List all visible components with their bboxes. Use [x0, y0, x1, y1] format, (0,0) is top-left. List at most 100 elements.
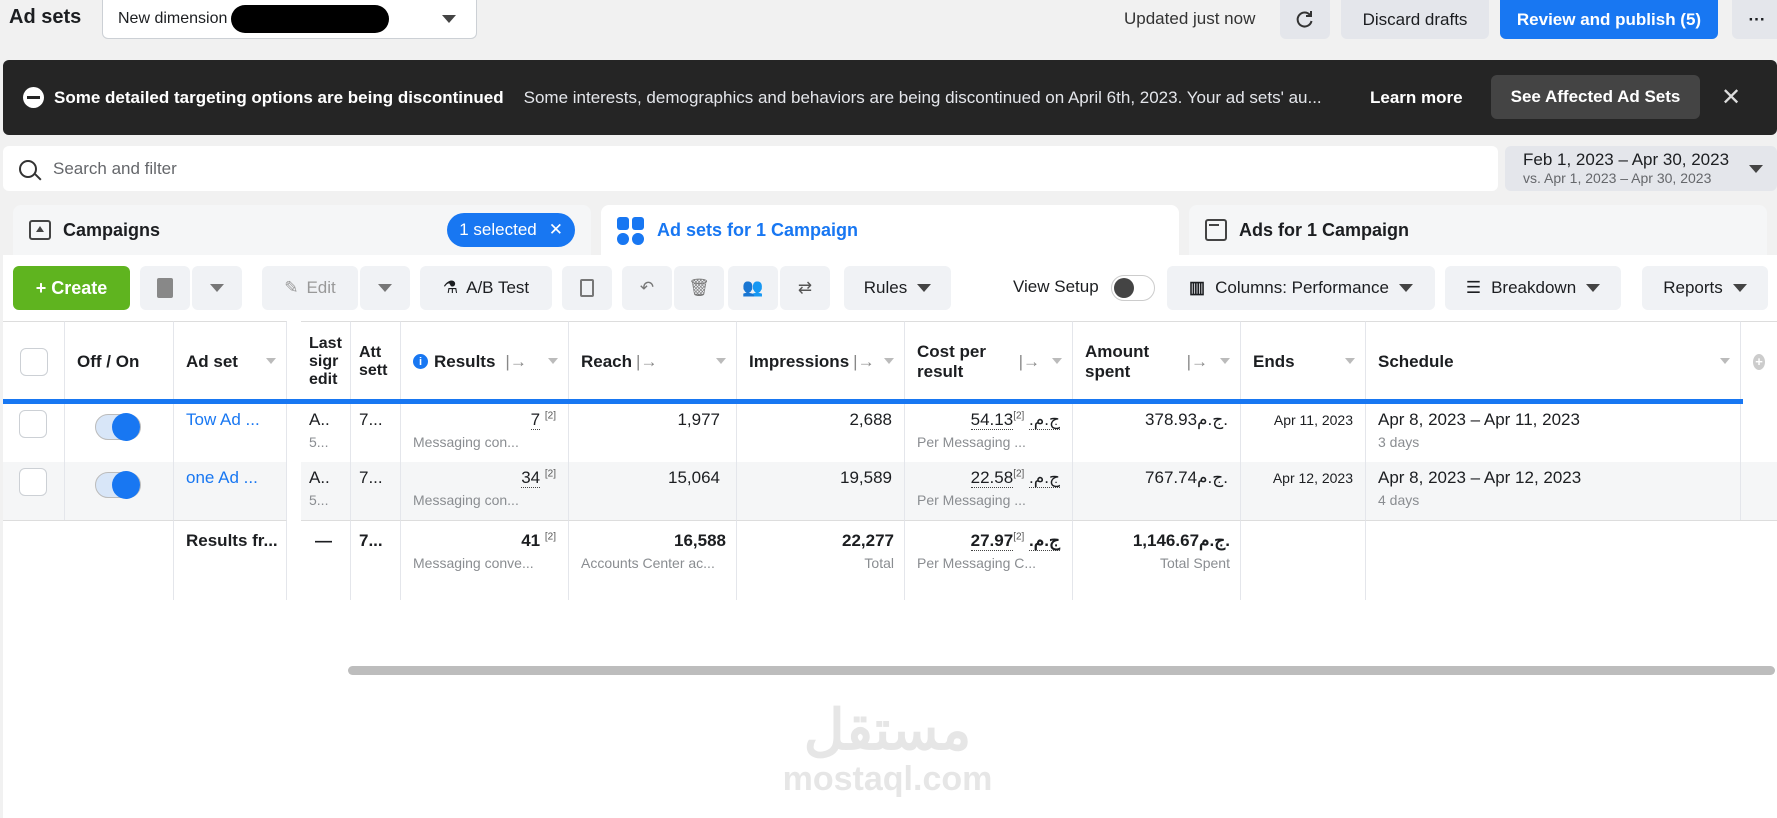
minus-circle-icon	[23, 87, 44, 108]
create-button[interactable]: + Create	[13, 266, 130, 310]
ad-set-toggle[interactable]	[95, 413, 141, 441]
tab-campaigns[interactable]: Campaigns 1 selected ✕	[13, 205, 591, 255]
results-value[interactable]: 7	[530, 410, 541, 430]
sort-icon	[1220, 358, 1230, 364]
ab-test-label: A/B Test	[466, 278, 530, 297]
total-ends	[1241, 520, 1366, 600]
undo-icon: ↶	[639, 278, 655, 297]
date-range-picker[interactable]: Feb 1, 2023 – Apr 30, 2023 vs. Apr 1, 20…	[1505, 146, 1777, 191]
date-range-main: Feb 1, 2023 – Apr 30, 2023	[1523, 150, 1730, 169]
dimension-dropdown[interactable]: New dimension	[102, 0, 477, 39]
refresh-icon	[1296, 10, 1313, 27]
view-setup-toggle[interactable]	[1111, 275, 1155, 301]
reach-cell: 15,064	[569, 462, 737, 520]
refresh-button[interactable]	[1280, 0, 1330, 39]
header-cost-per-result[interactable]: Cost per result |→	[905, 321, 1073, 401]
schedule-value: Apr 8, 2023 – Apr 12, 2023	[1378, 468, 1582, 487]
row-checkbox[interactable]	[19, 468, 47, 496]
close-icon[interactable]: ✕	[1721, 83, 1741, 112]
search-input[interactable]: Search and filter	[3, 146, 1498, 191]
sort-icon	[1345, 358, 1355, 364]
folder-icon	[29, 220, 51, 240]
results-value[interactable]: 34	[521, 468, 541, 488]
delete-button[interactable]: 🗑	[674, 266, 724, 310]
spent-cell: 767.74ج.م.	[1073, 462, 1241, 520]
tab-label: Ads for 1 Campaign	[1239, 219, 1410, 240]
ad-set-name-link[interactable]: Tow Ad ...	[174, 404, 287, 462]
reports-label: Reports	[1663, 278, 1723, 297]
chevron-down-icon	[1732, 284, 1747, 292]
cost-cell: 54.13ج.م. [2] Per Messaging ...	[905, 404, 1073, 462]
tab-label: Campaigns	[63, 219, 161, 240]
results-sub: Messaging con...	[413, 492, 519, 508]
header-results[interactable]: i Results |→	[401, 321, 569, 401]
reports-button[interactable]: Reports	[1642, 266, 1768, 310]
last-edit-sub: 5...	[309, 492, 329, 508]
schedule-value: Apr 8, 2023 – Apr 11, 2023	[1378, 410, 1580, 429]
duplicate-button[interactable]	[140, 266, 190, 310]
selected-count: 1 selected	[459, 220, 537, 239]
last-edit-value: A..	[309, 468, 330, 487]
footnote: [2]	[1013, 468, 1025, 480]
header-label: Reach	[581, 351, 633, 371]
ad-set-toggle[interactable]	[95, 471, 141, 499]
total-cost-sub: Per Messaging C...	[917, 555, 1037, 571]
columns-button[interactable]: ▥ Columns: Performance	[1167, 266, 1435, 310]
header-ends[interactable]: Ends	[1241, 321, 1366, 401]
results-cell: 34 [2] Messaging con...	[401, 462, 569, 520]
total-reach-value: 16,588	[674, 531, 726, 550]
select-all-checkbox[interactable]	[19, 347, 48, 376]
results-cell: 7 [2] Messaging con...	[401, 404, 569, 462]
duplicate-menu-button[interactable]	[192, 266, 242, 310]
clear-selection-icon[interactable]: ✕	[549, 220, 563, 240]
banner-message: Some interests, demographics and behavio…	[523, 87, 1322, 107]
header-schedule[interactable]: Schedule	[1366, 321, 1741, 401]
review-publish-button[interactable]: Review and publish (5)	[1500, 0, 1718, 39]
audience-button[interactable]: 👥	[728, 266, 778, 310]
redacted-text	[231, 5, 390, 33]
header-attribution[interactable]: Att sett	[351, 321, 401, 401]
header-reach[interactable]: Reach |→	[569, 321, 737, 401]
total-label: Results fr...	[174, 520, 287, 600]
edit-menu-button[interactable]	[360, 266, 410, 310]
discard-drafts-button[interactable]: Discard drafts	[1341, 0, 1489, 39]
footnote: [2]	[1013, 531, 1025, 543]
arrow-icon: |→	[636, 351, 658, 371]
edit-button[interactable]: ✎ Edit	[262, 266, 358, 310]
search-placeholder: Search and filter	[53, 158, 177, 178]
ab-test-button[interactable]: ⚗ A/B Test	[420, 266, 552, 310]
ad-set-name-link[interactable]: one Ad ...	[174, 462, 287, 520]
clipboard-button[interactable]	[562, 266, 612, 310]
schedule-cell: Apr 8, 2023 – Apr 12, 2023 4 days	[1366, 462, 1741, 520]
row-toggle-cell	[65, 404, 174, 462]
schedule-sub: 3 days	[1378, 434, 1420, 450]
undo-button[interactable]: ↶	[622, 266, 672, 310]
header-amount-spent[interactable]: Amount spent |→	[1073, 321, 1241, 401]
tab-ads[interactable]: Ads for 1 Campaign	[1189, 205, 1767, 255]
header-impressions[interactable]: Impressions |→	[737, 321, 905, 401]
row-checkbox[interactable]	[19, 410, 47, 438]
rules-label: Rules	[863, 278, 908, 297]
chevron-down-icon	[1749, 165, 1763, 173]
see-affected-button[interactable]: See Affected Ad Sets	[1491, 75, 1700, 119]
more-options-button[interactable]: ···	[1732, 0, 1777, 39]
selected-badge[interactable]: 1 selected ✕	[447, 213, 575, 247]
export-button[interactable]: ⇄	[780, 266, 830, 310]
chevron-down-icon	[1398, 284, 1413, 292]
header-ad-set[interactable]: Ad set	[174, 321, 287, 401]
breakdown-icon: ☰	[1465, 278, 1482, 297]
header-off-on[interactable]: Off / On	[65, 321, 174, 401]
header-last-edit[interactable]: Last sigr edit	[301, 321, 351, 401]
total-reach-sub: Accounts Center ac...	[581, 555, 715, 571]
chevron-down-icon	[378, 284, 392, 292]
rules-button[interactable]: Rules	[844, 266, 951, 310]
watermark-arabic: مستقل	[803, 698, 972, 761]
add-column-button[interactable]: +	[1741, 321, 1777, 401]
total-spent-value: 1,146.67ج.م.	[1132, 531, 1230, 550]
learn-more-link[interactable]: Learn more	[1370, 88, 1463, 108]
header-label: Results	[434, 351, 496, 371]
breakdown-button[interactable]: ☰ Breakdown	[1445, 266, 1621, 310]
horizontal-scrollbar[interactable]	[348, 666, 1775, 675]
schedule-cell: Apr 8, 2023 – Apr 11, 2023 3 days	[1366, 404, 1741, 462]
header-label: Ad set	[186, 351, 238, 371]
